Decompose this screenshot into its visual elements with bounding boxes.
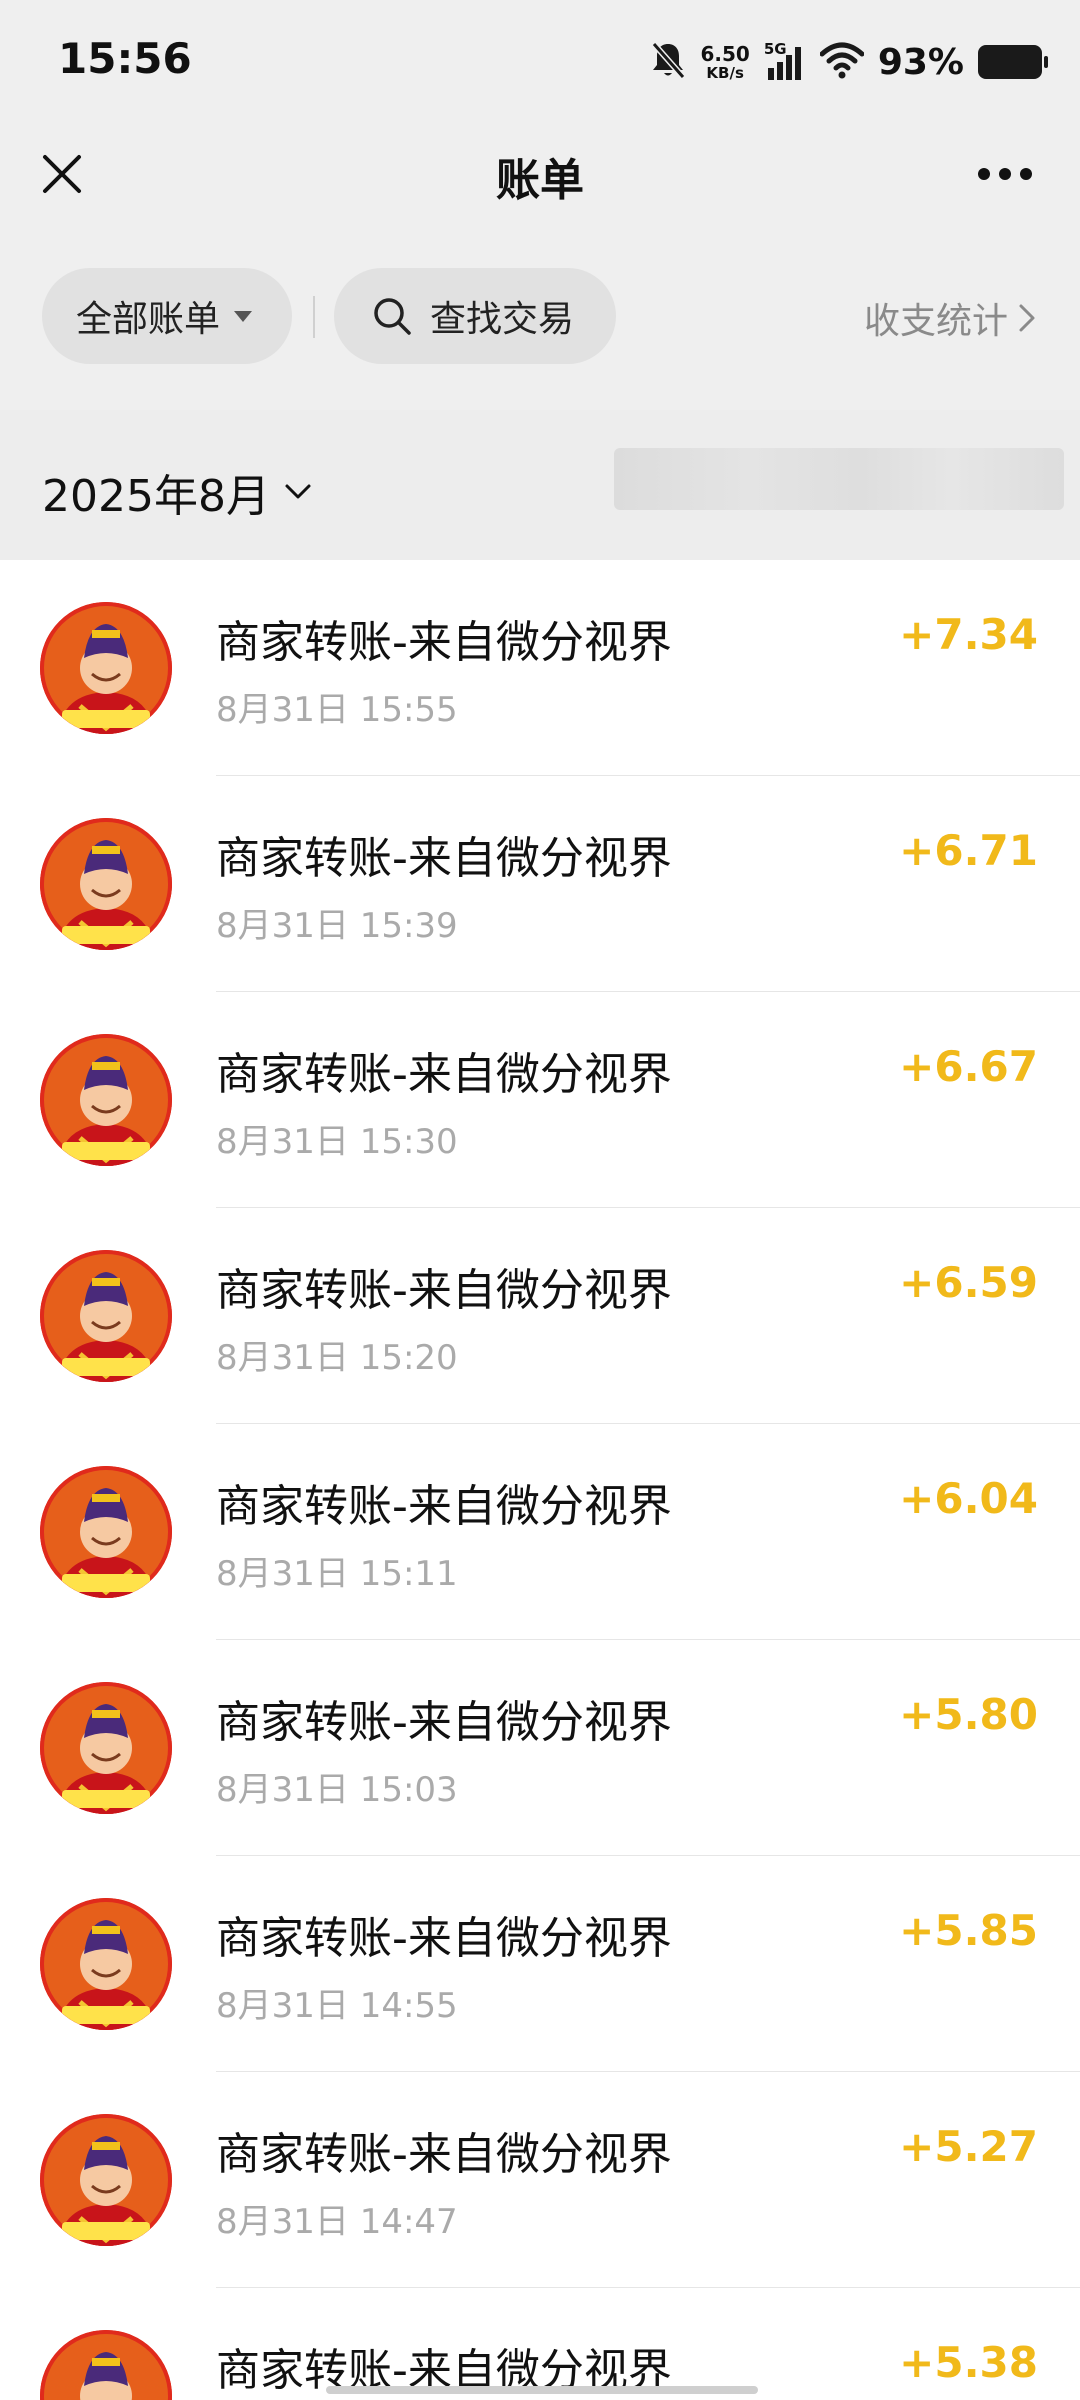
- transaction-list: 商家转账-来自微分视界 8月31日 15:55 +7.34 商家转账-来自微分视…: [0, 560, 1080, 2400]
- chevron-right-icon: [1019, 304, 1035, 332]
- transaction-amount: +5.85: [899, 1906, 1038, 1955]
- month-label: 2025年8月: [42, 471, 270, 522]
- transaction-time: 8月31日 14:47: [216, 2202, 458, 2242]
- merchant-avatar: [40, 818, 172, 950]
- transaction-title: 商家转账-来自微分视界: [216, 1049, 672, 1100]
- transaction-time: 8月31日 15:39: [216, 906, 458, 946]
- merchant-avatar: [40, 1898, 172, 2030]
- search-label: 查找交易: [430, 299, 575, 340]
- merchant-avatar: [40, 1682, 172, 1814]
- transaction-item[interactable]: 商家转账-来自微分视界 8月31日 15:30 +6.67: [0, 992, 1080, 1208]
- status-icons: 6.50 KB/s 5G 93%: [650, 38, 1048, 86]
- transaction-item[interactable]: 商家转账-来自微分视界 +5.38: [0, 2288, 1080, 2400]
- transaction-amount: +5.80: [899, 1690, 1038, 1739]
- month-summary-blurred: [614, 448, 1064, 510]
- transaction-item[interactable]: 商家转账-来自微分视界 8月31日 15:03 +5.80: [0, 1640, 1080, 1856]
- transaction-title: 商家转账-来自微分视界: [216, 1265, 672, 1316]
- stats-label: 收支统计: [863, 301, 1008, 342]
- home-indicator[interactable]: [326, 2386, 758, 2394]
- transaction-amount: +6.04: [899, 1474, 1038, 1523]
- battery-icon: [978, 45, 1048, 79]
- search-icon: [374, 298, 411, 335]
- transaction-amount: +5.38: [899, 2338, 1038, 2387]
- all-bills-label: 全部账单: [76, 299, 221, 340]
- transaction-amount: +6.67: [899, 1042, 1038, 1091]
- month-selector[interactable]: 2025年8月: [42, 460, 312, 524]
- more-icon[interactable]: [970, 146, 1040, 202]
- transaction-item[interactable]: 商家转账-来自微分视界 8月31日 15:39 +6.71: [0, 776, 1080, 992]
- transaction-title: 商家转账-来自微分视界: [216, 1697, 672, 1748]
- net-speed: 6.50 KB/s: [700, 44, 749, 81]
- merchant-avatar: [40, 2114, 172, 2246]
- chevron-down-icon: [285, 484, 311, 499]
- transaction-title: 商家转账-来自微分视界: [216, 2129, 672, 2180]
- filter-divider: [313, 296, 315, 338]
- transaction-item[interactable]: 商家转账-来自微分视界 8月31日 15:55 +7.34: [0, 560, 1080, 776]
- network-type: 5G: [763, 40, 787, 58]
- transaction-amount: +6.59: [899, 1258, 1038, 1307]
- transaction-item[interactable]: 商家转账-来自微分视界 8月31日 14:47 +5.27: [0, 2072, 1080, 2288]
- net-speed-value: 6.50: [700, 41, 750, 66]
- transaction-item[interactable]: 商家转账-来自微分视界 8月31日 15:11 +6.04: [0, 1424, 1080, 1640]
- transaction-amount: +6.71: [899, 826, 1038, 875]
- transaction-time: 8月31日 15:20: [216, 1338, 458, 1378]
- net-speed-unit: KB/s: [706, 63, 744, 82]
- all-bills-button[interactable]: 全部账单: [42, 268, 292, 364]
- merchant-avatar: [40, 602, 172, 734]
- transaction-title: 商家转账-来自微分视界: [216, 1913, 672, 1964]
- transaction-amount: +5.27: [899, 2122, 1038, 2171]
- status-bar: 15:56 6.50 KB/s 5G 93%: [0, 0, 1080, 120]
- page-title: 账单: [496, 155, 584, 206]
- bill-page: 15:56 6.50 KB/s 5G 93% 账单 全部账单 查找交易 收支统计…: [0, 0, 1080, 2400]
- transaction-title: 商家转账-来自微分视界: [216, 833, 672, 884]
- transaction-title: 商家转账-来自微分视界: [216, 1481, 672, 1532]
- caret-down-icon: [234, 310, 253, 322]
- signal-icon: 5G: [763, 40, 806, 82]
- transaction-time: 8月31日 15:03: [216, 1770, 458, 1810]
- transaction-time: 8月31日 14:55: [216, 1986, 458, 2026]
- merchant-avatar: [40, 1466, 172, 1598]
- transaction-item[interactable]: 商家转账-来自微分视界 8月31日 15:20 +6.59: [0, 1208, 1080, 1424]
- stats-link[interactable]: 收支统计: [864, 292, 1036, 344]
- nav-bar: 账单: [0, 120, 1080, 228]
- merchant-avatar: [40, 1034, 172, 1166]
- wifi-icon: [819, 40, 865, 84]
- transaction-time: 8月31日 15:11: [216, 1554, 458, 1594]
- transaction-time: 8月31日 15:30: [216, 1122, 458, 1162]
- transaction-amount: +7.34: [899, 610, 1038, 659]
- transaction-time: 8月31日 15:55: [216, 690, 458, 730]
- merchant-avatar: [40, 2330, 172, 2400]
- transaction-item[interactable]: 商家转账-来自微分视界 8月31日 14:55 +5.85: [0, 1856, 1080, 2072]
- transaction-title: 商家转账-来自微分视界: [216, 617, 672, 668]
- bell-muted-icon: [650, 40, 686, 84]
- filter-bar: 全部账单 查找交易 收支统计: [0, 228, 1080, 410]
- search-transactions-button[interactable]: 查找交易: [334, 268, 616, 364]
- battery-percent: 93%: [877, 41, 964, 83]
- month-bar: 2025年8月: [0, 410, 1080, 560]
- merchant-avatar: [40, 1250, 172, 1382]
- status-time: 15:56: [58, 34, 192, 83]
